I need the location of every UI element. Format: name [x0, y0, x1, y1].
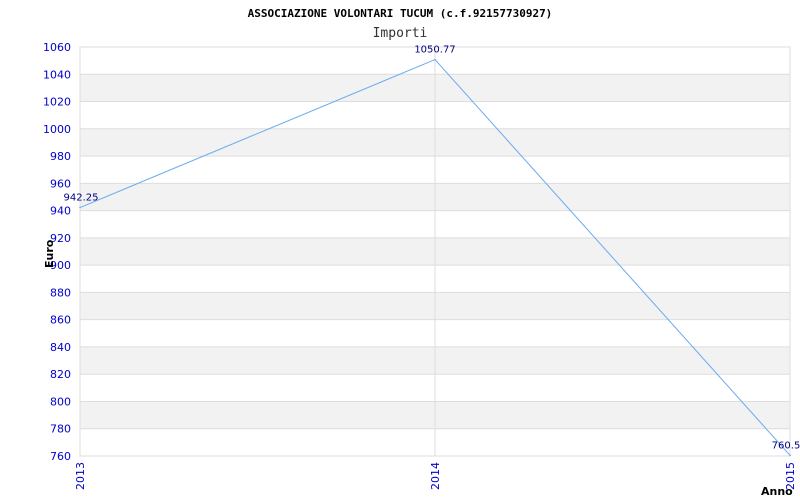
y-tick-label: 1040: [43, 68, 71, 81]
y-tick-label: 960: [50, 177, 71, 190]
y-tick-label: 880: [50, 286, 71, 299]
y-tick-label: 1020: [43, 96, 71, 109]
y-tick-label: 980: [50, 150, 71, 163]
data-label: 942.25: [64, 193, 99, 204]
y-tick-label: 800: [50, 395, 71, 408]
x-tick-label: 2013: [74, 462, 87, 490]
data-point: [434, 58, 436, 61]
y-tick-label: 840: [50, 341, 71, 354]
chart: ASSOCIAZIONE VOLONTARI TUCUM (c.f.921577…: [43, 7, 800, 498]
y-tick-label: 860: [50, 314, 71, 327]
y-tick-label: 820: [50, 368, 71, 381]
y-axis-label: Euro: [43, 239, 56, 268]
y-tick-label: 760: [50, 450, 71, 463]
chart-title: ASSOCIAZIONE VOLONTARI TUCUM (c.f.921577…: [248, 7, 553, 20]
data-label: 760.5: [772, 440, 800, 451]
x-axis-label: Anno: [761, 485, 793, 498]
y-tick-label: 1060: [43, 41, 71, 54]
x-tick-label: 2014: [429, 462, 442, 490]
y-tick-label: 780: [50, 423, 71, 436]
x-axis-ticks: 2013 2014 2015: [74, 462, 797, 490]
chart-subtitle: Importi: [373, 26, 428, 41]
y-tick-label: 1000: [43, 123, 71, 136]
data-label: 1050.77: [414, 45, 455, 56]
data-point: [789, 454, 791, 457]
data-point: [79, 206, 81, 209]
y-tick-label: 940: [50, 205, 71, 218]
